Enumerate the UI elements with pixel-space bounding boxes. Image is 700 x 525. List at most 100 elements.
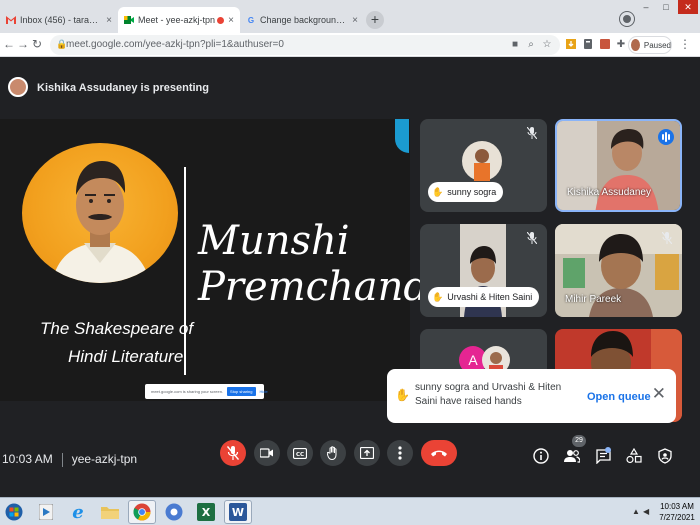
meeting-info: 10:03 AM yee-azkj-tpn bbox=[2, 452, 137, 467]
back-icon[interactable]: ← bbox=[2, 37, 16, 51]
participant-name: ✋ sunny sogra bbox=[428, 182, 504, 202]
tab-gmail[interactable]: Inbox (456) - tarannum@theindi × bbox=[0, 7, 118, 33]
svg-text:CC: CC bbox=[296, 452, 304, 458]
camera-in-use-icon[interactable]: ■ bbox=[508, 38, 522, 52]
people-icon bbox=[564, 450, 580, 463]
excel-icon[interactable]: X bbox=[192, 500, 220, 524]
profile-paused-button[interactable]: Paused bbox=[628, 36, 672, 54]
recording-dot-icon bbox=[217, 16, 225, 24]
present-button[interactable] bbox=[354, 440, 380, 466]
system-clock[interactable]: 10:03 AM 7/27/2021 bbox=[656, 501, 698, 523]
speaking-indicator-icon bbox=[658, 129, 674, 145]
meeting-code: yee-azkj-tpn bbox=[71, 452, 138, 466]
raised-hand-icon: ✋ bbox=[432, 291, 444, 302]
meeting-details-button[interactable] bbox=[532, 447, 550, 465]
slide-divider bbox=[184, 167, 186, 375]
media-player-icon[interactable] bbox=[32, 500, 60, 524]
zoom-icon[interactable]: ⌕ bbox=[524, 38, 538, 52]
tab-title: Inbox (456) - tarannum@theindi bbox=[20, 15, 102, 25]
bookmark-star-icon[interactable]: ☆ bbox=[540, 38, 554, 52]
host-controls-button[interactable] bbox=[656, 447, 674, 465]
clock-time: 10:03 AM bbox=[660, 502, 694, 511]
tab-title: Change background and use effe bbox=[260, 15, 349, 25]
url-text: meet.google.com/yee-azkj-tpn?pli=1&authu… bbox=[66, 39, 284, 50]
close-tab-icon[interactable]: × bbox=[228, 15, 234, 26]
word-icon[interactable]: W bbox=[224, 500, 252, 524]
shield-icon bbox=[658, 448, 672, 464]
participant-tile[interactable]: Kishika Assudaney bbox=[555, 119, 682, 212]
hide-button: Hide bbox=[259, 389, 268, 394]
maximize-icon[interactable]: □ bbox=[656, 0, 676, 14]
raised-hands-toast: ✋ sunny sogra and Urvashi & Hiten Saini … bbox=[387, 369, 676, 423]
tab-meet[interactable]: Meet - yee-azkj-tpn × bbox=[118, 7, 240, 33]
raise-hand-button[interactable] bbox=[320, 440, 346, 466]
participant-name: Kishika Assudaney bbox=[567, 187, 651, 198]
participant-name: Mihir Pareek bbox=[565, 294, 622, 305]
close-tab-icon[interactable]: × bbox=[352, 15, 358, 26]
camera-button[interactable] bbox=[254, 440, 280, 466]
svg-text:W: W bbox=[232, 506, 244, 519]
slide-title-line1: Munshi bbox=[198, 218, 350, 264]
presenter-avatar bbox=[8, 77, 28, 97]
slide-subtitle-line1: The Shakespeare of bbox=[40, 319, 194, 338]
avatar bbox=[631, 39, 640, 51]
minimize-icon[interactable]: – bbox=[636, 0, 656, 14]
hand-icon bbox=[327, 446, 337, 460]
extension-icon[interactable] bbox=[581, 38, 595, 52]
new-tab-button[interactable]: + bbox=[366, 11, 384, 29]
current-time: 10:03 AM bbox=[2, 452, 53, 466]
toast-message: sunny sogra and Urvashi & Hiten Saini ha… bbox=[415, 382, 562, 407]
address-bar[interactable]: 🔒 meet.google.com/yee-azkj-tpn?pli=1&aut… bbox=[50, 35, 560, 55]
mic-off-button[interactable] bbox=[220, 440, 246, 466]
close-tab-icon[interactable]: × bbox=[106, 15, 112, 26]
videocam-icon bbox=[260, 448, 273, 458]
mic-off-icon bbox=[660, 231, 674, 246]
windows-start-icon[interactable] bbox=[2, 501, 26, 523]
meet-icon bbox=[124, 15, 134, 25]
extension-icon[interactable] bbox=[598, 38, 612, 52]
speaker-icon[interactable]: ◀ bbox=[643, 507, 649, 516]
participant-tile[interactable]: Mihir Pareek bbox=[555, 224, 682, 317]
windows-taskbar: e X W ▲ ◀ 10:03 AM 7/27/2021 bbox=[0, 497, 700, 525]
tab-help[interactable]: G Change background and use effe × bbox=[240, 7, 364, 33]
mic-off-icon bbox=[525, 231, 539, 246]
captions-button[interactable]: CC bbox=[287, 440, 313, 466]
presenter-banner: Kishika Assudaney is presenting bbox=[0, 57, 700, 117]
stop-sharing-button: Stop sharing bbox=[227, 387, 256, 396]
forward-icon[interactable]: → bbox=[16, 37, 30, 51]
close-icon[interactable]: ✕ bbox=[652, 384, 666, 404]
mic-off-icon bbox=[525, 126, 539, 141]
tab-title: Meet - yee-azkj-tpn bbox=[138, 15, 216, 25]
more-vert-icon[interactable]: ⋮ bbox=[679, 37, 691, 51]
chrome-icon[interactable] bbox=[128, 500, 156, 524]
portrait-image bbox=[22, 143, 178, 283]
open-queue-button[interactable]: Open queue bbox=[587, 391, 651, 403]
participant-tile[interactable]: ✋ Urvashi & Hiten Saini bbox=[420, 224, 547, 317]
tray-up-icon[interactable]: ▲ bbox=[632, 507, 640, 516]
more-vert-icon bbox=[398, 446, 402, 460]
tab-search-icon[interactable] bbox=[620, 12, 634, 26]
puzzle-extensions-icon[interactable]: ✚ bbox=[614, 38, 628, 52]
call-end-icon bbox=[431, 450, 447, 457]
clock-date: 7/27/2021 bbox=[659, 513, 695, 522]
extension-download-icon[interactable] bbox=[564, 38, 578, 52]
reload-icon[interactable]: ↻ bbox=[30, 37, 44, 51]
closed-caption-icon: CC bbox=[293, 447, 307, 459]
participant-tile[interactable]: ✋ sunny sogra bbox=[420, 119, 547, 212]
activities-icon bbox=[626, 448, 642, 464]
screen: Inbox (456) - tarannum@theindi × Meet - … bbox=[0, 0, 700, 525]
close-window-icon[interactable]: ✕ bbox=[678, 0, 698, 14]
presenter-text: Kishika Assudaney is presenting bbox=[37, 82, 209, 94]
people-button[interactable] bbox=[563, 447, 581, 465]
leave-call-button[interactable] bbox=[421, 440, 457, 466]
file-explorer-icon[interactable] bbox=[96, 500, 124, 524]
presentation-stage[interactable]: Munshi Premchand The Shakespeare of Hind… bbox=[0, 119, 429, 401]
slide-title-line2: Premchand bbox=[198, 264, 430, 310]
internet-explorer-icon[interactable]: e bbox=[64, 500, 92, 524]
activities-button[interactable] bbox=[625, 447, 643, 465]
more-options-button[interactable] bbox=[387, 440, 413, 466]
participant-avatar bbox=[462, 141, 502, 181]
raised-hand-icon: ✋ bbox=[432, 186, 444, 197]
chrome-canary-icon[interactable] bbox=[160, 500, 188, 524]
svg-text:X: X bbox=[202, 506, 211, 519]
